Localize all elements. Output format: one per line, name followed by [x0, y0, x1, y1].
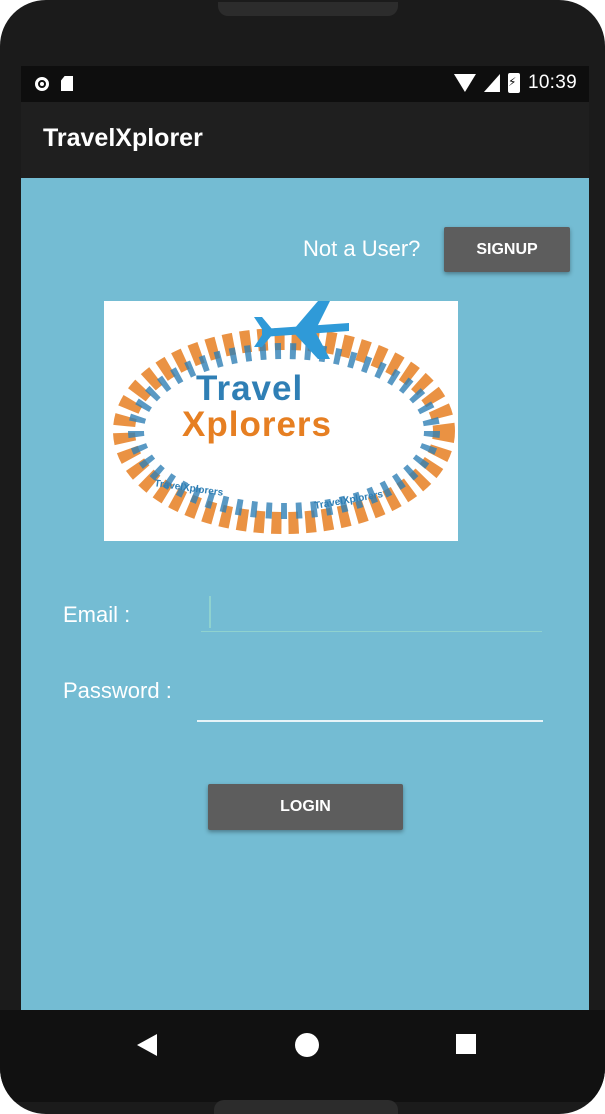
- battery-charging-icon: [507, 73, 520, 93]
- wifi-icon: [453, 74, 476, 92]
- back-icon[interactable]: [137, 1034, 157, 1056]
- sd-card-icon: [61, 76, 73, 91]
- travel-xplorers-logo: Travel Xplorers TravelXplorers TravelXpl…: [104, 301, 458, 541]
- logo-text-xplorers: Xplorers: [182, 405, 332, 444]
- cell-signal-icon: [483, 74, 500, 92]
- email-label: Email :: [63, 602, 131, 627]
- notification-dot-icon: [35, 76, 49, 91]
- app-screen: 10:39 TravelXplorer Not a User? SIGNUP T…: [21, 66, 589, 1066]
- home-icon[interactable]: [295, 1033, 319, 1057]
- top-speaker: [218, 2, 398, 16]
- app-bar: TravelXplorer: [21, 102, 589, 178]
- app-title: TravelXplorer: [43, 124, 203, 152]
- bottom-speaker: [214, 1100, 398, 1114]
- phone-frame: 10:39 TravelXplorer Not a User? SIGNUP T…: [0, 0, 605, 1114]
- logo-text-travel: Travel: [196, 369, 304, 408]
- login-button[interactable]: LOGIN: [208, 784, 403, 830]
- status-bar: 10:39: [21, 66, 589, 102]
- status-clock: 10:39: [527, 72, 577, 93]
- navigation-bar: [0, 1010, 605, 1102]
- password-field[interactable]: [197, 684, 543, 722]
- password-label: Password :: [63, 678, 172, 703]
- email-field[interactable]: [201, 594, 542, 632]
- not-a-user-prompt: Not a User?: [303, 236, 421, 261]
- text-cursor: [209, 596, 211, 628]
- recent-apps-icon[interactable]: [456, 1034, 476, 1054]
- signup-button[interactable]: SIGNUP: [444, 227, 570, 272]
